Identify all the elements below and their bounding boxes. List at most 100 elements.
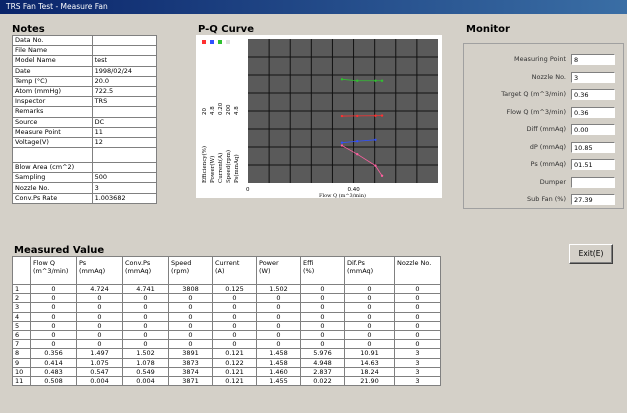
data-point bbox=[380, 79, 384, 82]
notes-label: Blow Area (cm^2) bbox=[12, 162, 93, 174]
data-point bbox=[374, 114, 377, 117]
table-cell: 3 bbox=[394, 375, 441, 387]
data-point bbox=[356, 79, 359, 82]
table-cell: 1.502 bbox=[256, 283, 301, 295]
table-cell: 0 bbox=[30, 302, 77, 313]
monitor-row: Nozzle No. 3 bbox=[464, 71, 623, 84]
notes-row: Atom (mmHg) 722.5 bbox=[12, 85, 158, 98]
table-cell: 0.121 bbox=[212, 366, 257, 377]
table-cell: 1.458 bbox=[256, 357, 301, 368]
notes-label: Sampling bbox=[12, 172, 93, 184]
table-cell: 1.075 bbox=[76, 357, 123, 368]
table-cell: 0 bbox=[394, 293, 441, 304]
monitor-title: Monitor bbox=[466, 24, 510, 35]
notes-value[interactable]: test bbox=[91, 55, 158, 67]
table-cell: 0 bbox=[394, 311, 441, 322]
data-point bbox=[374, 138, 377, 141]
notes-value[interactable]: 1.003682 bbox=[91, 192, 158, 204]
notes-value[interactable]: 11 bbox=[91, 126, 158, 138]
notes-value[interactable] bbox=[91, 34, 158, 47]
monitor-row: dP (mmAq) 10.85 bbox=[464, 141, 623, 154]
y-tick-label: 20 bbox=[202, 108, 208, 115]
monitor-label: Ps (mmAq) bbox=[530, 160, 566, 168]
monitor-row: Target Q (m^3/min) 0.36 bbox=[464, 89, 623, 101]
measured-header: Flow Q (m^3/min) bbox=[30, 256, 77, 285]
row-index: 1 bbox=[12, 283, 31, 295]
monitor-value: 01.51 bbox=[571, 159, 615, 170]
table-row: 8 0.356 1.497 1.502 3891 0.121 1.458 5.976 10.91… bbox=[12, 348, 441, 359]
table-cell: 0.121 bbox=[212, 348, 257, 359]
notes-row: Conv.Ps Rate 1.003682 bbox=[12, 192, 158, 204]
y-tick-label: 4.8 bbox=[210, 106, 216, 115]
notes-label: Measure Point bbox=[12, 126, 93, 138]
table-cell: 1.455 bbox=[256, 375, 301, 387]
table-cell: 0.549 bbox=[122, 366, 169, 377]
table-cell: 0 bbox=[300, 320, 345, 331]
y-axis-name: Ps(mmAq) bbox=[233, 154, 240, 183]
notes-value[interactable]: 20.0 bbox=[91, 75, 158, 87]
table-cell: 0 bbox=[394, 283, 441, 295]
monitor-value: 27.39 bbox=[571, 194, 615, 205]
notes-value[interactable]: 3 bbox=[91, 182, 158, 194]
table-cell: 0 bbox=[344, 339, 395, 350]
table-cell: 4.724 bbox=[76, 283, 123, 295]
table-cell: 0.508 bbox=[30, 375, 77, 387]
table-cell: 0 bbox=[30, 293, 77, 304]
y-axis-name: Power(W) bbox=[209, 156, 216, 183]
table-cell: 0 bbox=[76, 302, 123, 313]
exit-button[interactable]: Exit(E) bbox=[569, 244, 613, 264]
table-cell: 14.63 bbox=[344, 357, 395, 368]
monitor-panel: Measuring Point 8 Nozzle No. 3 Target Q (m^3… bbox=[463, 43, 624, 209]
notes-value[interactable] bbox=[91, 147, 158, 164]
row-index: 9 bbox=[12, 357, 31, 368]
notes-value[interactable]: 1998/02/24 bbox=[91, 65, 158, 77]
measured-header: Power (W) bbox=[256, 256, 301, 285]
notes-label: Inspector bbox=[12, 96, 93, 108]
monitor-label: Measuring Point bbox=[513, 55, 566, 63]
table-cell: 0 bbox=[256, 339, 301, 350]
legend-marker bbox=[226, 40, 230, 44]
monitor-value: 8 bbox=[571, 54, 615, 65]
table-row: 3000000000 bbox=[12, 302, 441, 313]
table-cell: 3871 bbox=[168, 375, 213, 387]
notes-value[interactable] bbox=[91, 45, 158, 57]
table-cell: 0 bbox=[122, 302, 169, 313]
table-cell: 0 bbox=[30, 339, 77, 350]
notes-value[interactable] bbox=[91, 162, 158, 174]
table-cell: 21.90 bbox=[344, 375, 395, 387]
table-cell: 0.022 bbox=[300, 375, 345, 387]
notes-label: Nozzle No. bbox=[12, 182, 93, 194]
table-cell: 0 bbox=[300, 293, 345, 304]
notes-value[interactable]: 500 bbox=[91, 172, 158, 184]
notes-value[interactable]: DC bbox=[91, 116, 158, 128]
notes-value[interactable]: 12 bbox=[91, 136, 158, 149]
table-cell: 0 bbox=[76, 339, 123, 350]
monitor-row: Measuring Point 8 bbox=[464, 54, 623, 66]
monitor-label: Sub Fan (%) bbox=[527, 195, 566, 203]
table-cell: 0 bbox=[394, 329, 441, 341]
measured-table: Flow Q (m^3/min) Ps (mmAq) Conv.Ps (mmAq) S… bbox=[12, 256, 441, 387]
table-cell: 1.078 bbox=[122, 357, 169, 368]
measured-header bbox=[12, 256, 31, 285]
y-axis-name: Speed(rpm) bbox=[225, 150, 232, 183]
monitor-value: 0.36 bbox=[571, 106, 615, 118]
measured-header: Ps (mmAq) bbox=[76, 256, 123, 285]
pq-curve-chart: 20 4.8 0.20 200 4.8 Efficiency(%) Power(W) Curr… bbox=[196, 35, 442, 198]
notes-value[interactable]: 722.5 bbox=[91, 85, 158, 98]
table-cell: 0 bbox=[168, 302, 213, 313]
notes-row: Model Name test bbox=[12, 55, 158, 67]
y-tick-label: 4.8 bbox=[234, 106, 240, 115]
table-cell: 3891 bbox=[168, 348, 213, 359]
table-cell: 0 bbox=[344, 329, 395, 341]
notes-value[interactable]: TRS bbox=[91, 96, 158, 108]
y-axis-name: Efficiency(%) bbox=[201, 146, 208, 183]
x-tick-label: 0 bbox=[246, 187, 250, 193]
data-point bbox=[340, 144, 344, 147]
table-cell: 3873 bbox=[168, 357, 213, 368]
table-cell: 0.004 bbox=[122, 375, 169, 387]
table-cell: 1.460 bbox=[256, 366, 301, 377]
notes-value[interactable] bbox=[91, 106, 158, 118]
data-point bbox=[340, 141, 344, 144]
notes-label: Conv.Ps Rate bbox=[12, 192, 93, 204]
notes-label: Date bbox=[12, 65, 93, 77]
